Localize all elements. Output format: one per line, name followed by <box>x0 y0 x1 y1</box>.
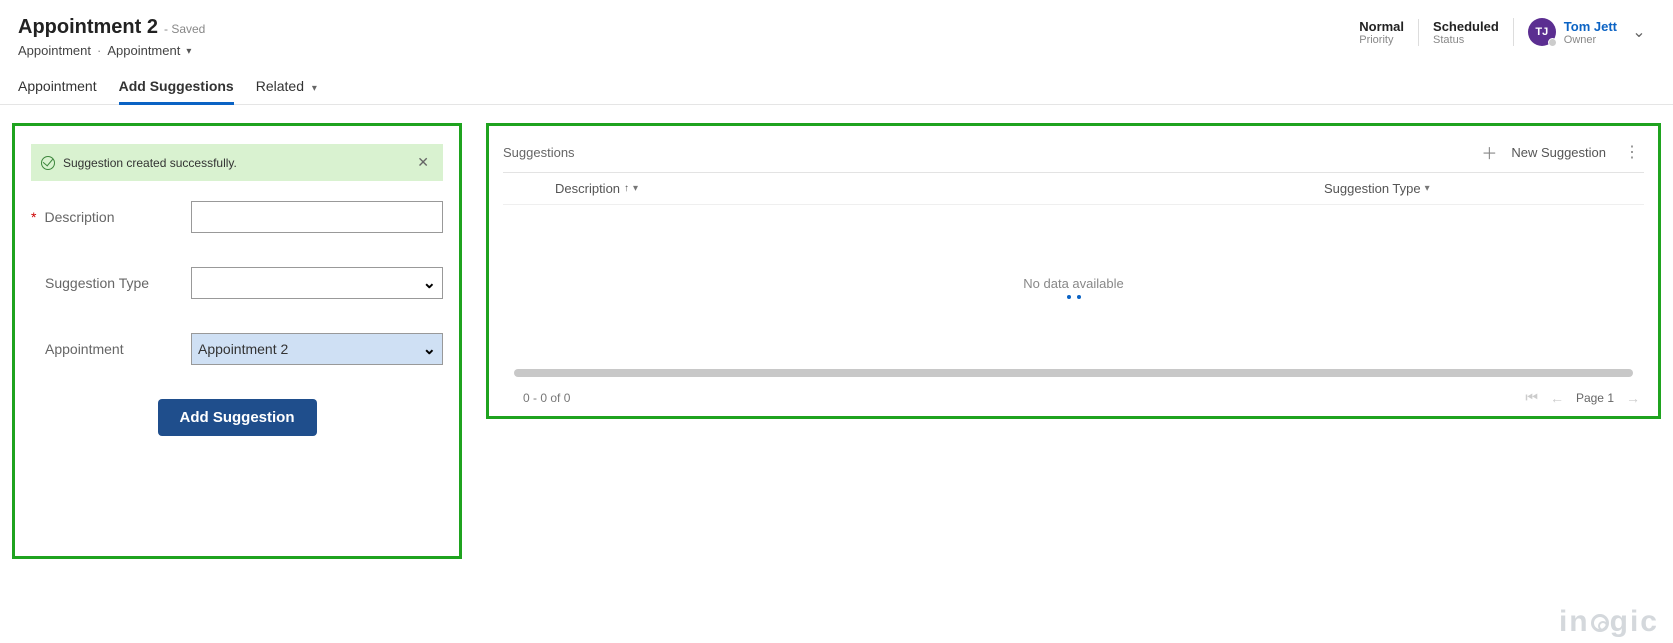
tab-add-suggestions[interactable]: Add Suggestions <box>119 78 234 104</box>
title-block: Appointment 2 - Saved Appointment · Appo… <box>18 16 205 58</box>
row-appointment: Appointment Appointment 2 ⌄ <box>31 333 443 365</box>
chevron-down-icon: ▾ <box>312 83 317 94</box>
pager: ⏮ ← Page 1 → <box>1525 389 1640 406</box>
priority-pillar[interactable]: Normal Priority <box>1345 19 1418 46</box>
chevron-down-icon: ⌄ <box>1632 24 1645 41</box>
save-state: - Saved <box>164 22 205 36</box>
owner-pillar[interactable]: TJ Tom Jett Owner <box>1513 18 1623 46</box>
horizontal-scrollbar[interactable] <box>514 369 1632 377</box>
chevron-down-icon: ⌄ <box>423 339 436 359</box>
avatar-initials: TJ <box>1535 26 1548 38</box>
chevron-down-icon[interactable]: ▾ <box>186 46 191 57</box>
column-suggestion-type[interactable]: Suggestion Type ▾ <box>1324 181 1644 196</box>
suggestions-grid-panel: Suggestions ＋ New Suggestion ⋮ Descripti… <box>486 123 1661 419</box>
form-tabs: Appointment Add Suggestions Related ▾ <box>0 58 1673 105</box>
tab-appointment[interactable]: Appointment <box>18 78 97 104</box>
required-icon: * <box>31 209 36 225</box>
owner-label: Owner <box>1564 34 1617 46</box>
sort-ascending-icon: ↑ <box>624 183 629 194</box>
column-description-label: Description <box>555 181 620 196</box>
page-prev-icon[interactable]: ← <box>1550 390 1564 406</box>
priority-value: Normal <box>1359 19 1404 34</box>
appointment-label: Appointment <box>45 341 124 357</box>
appointment-select[interactable]: Appointment 2 ⌄ <box>191 333 443 365</box>
page-first-icon[interactable]: ⏮ <box>1525 389 1538 406</box>
column-description[interactable]: Description ↑ ▾ <box>555 181 1324 196</box>
header-right: Normal Priority Scheduled Status TJ Tom … <box>1345 16 1655 46</box>
expand-header-button[interactable]: ⌄ <box>1623 22 1655 42</box>
plus-icon[interactable]: ＋ <box>1481 140 1497 164</box>
column-type-label: Suggestion Type <box>1324 181 1421 196</box>
breadcrumb: Appointment · Appointment ▾ <box>18 43 205 58</box>
status-value: Scheduled <box>1433 19 1499 34</box>
presence-dot-icon <box>1548 38 1557 47</box>
grid-empty-text: No data available <box>1023 276 1123 291</box>
grid-footer: 0 - 0 of 0 ⏮ ← Page 1 → <box>503 381 1644 408</box>
new-suggestion-button[interactable]: New Suggestion <box>1511 145 1606 160</box>
grid-header: Suggestions ＋ New Suggestion ⋮ <box>503 136 1644 172</box>
suggestion-form-panel: Suggestion created successfully. ✕ * Des… <box>12 123 462 559</box>
owner-name[interactable]: Tom Jett <box>1564 19 1617 34</box>
suggestion-type-select[interactable]: ⌄ <box>191 267 443 299</box>
success-check-icon <box>41 156 55 170</box>
grid-empty-state: No data available <box>503 205 1644 365</box>
chevron-down-icon: ⌄ <box>423 273 436 293</box>
chevron-down-icon[interactable]: ▾ <box>633 183 638 194</box>
more-commands-icon[interactable]: ⋮ <box>1620 142 1644 162</box>
loading-dots-icon <box>1067 295 1081 299</box>
body-area: Suggestion created successfully. ✕ * Des… <box>0 105 1673 571</box>
grid-column-headers: Description ↑ ▾ Suggestion Type ▾ <box>503 172 1644 205</box>
row-description: * Description <box>31 201 443 233</box>
appointment-value: Appointment 2 <box>198 341 288 357</box>
description-label: Description <box>44 209 114 225</box>
row-suggestion-type: Suggestion Type ⌄ <box>31 267 443 299</box>
record-header: Appointment 2 - Saved Appointment · Appo… <box>0 0 1673 58</box>
close-icon[interactable]: ✕ <box>413 152 433 173</box>
watermark-logo: ingic <box>1559 605 1659 639</box>
tab-related[interactable]: Related ▾ <box>256 78 317 104</box>
record-count: 0 - 0 of 0 <box>523 391 570 405</box>
avatar: TJ <box>1528 18 1556 46</box>
status-label: Status <box>1433 34 1499 46</box>
breadcrumb-form[interactable]: Appointment <box>107 43 180 58</box>
tab-related-label: Related <box>256 78 304 94</box>
add-suggestion-button[interactable]: Add Suggestion <box>158 399 317 436</box>
grid-title: Suggestions <box>503 145 575 160</box>
suggestion-type-label: Suggestion Type <box>45 275 149 291</box>
banner-text: Suggestion created successfully. <box>63 156 237 170</box>
breadcrumb-separator: · <box>97 43 101 58</box>
breadcrumb-entity: Appointment <box>18 43 91 58</box>
page-label: Page 1 <box>1576 391 1614 405</box>
status-pillar[interactable]: Scheduled Status <box>1418 19 1513 46</box>
logo-o-icon <box>1591 614 1609 632</box>
priority-label: Priority <box>1359 34 1404 46</box>
record-title: Appointment 2 <box>18 16 158 39</box>
page-next-icon[interactable]: → <box>1626 390 1640 406</box>
description-input[interactable] <box>191 201 443 233</box>
success-banner: Suggestion created successfully. ✕ <box>31 144 443 181</box>
chevron-down-icon[interactable]: ▾ <box>1425 183 1430 194</box>
